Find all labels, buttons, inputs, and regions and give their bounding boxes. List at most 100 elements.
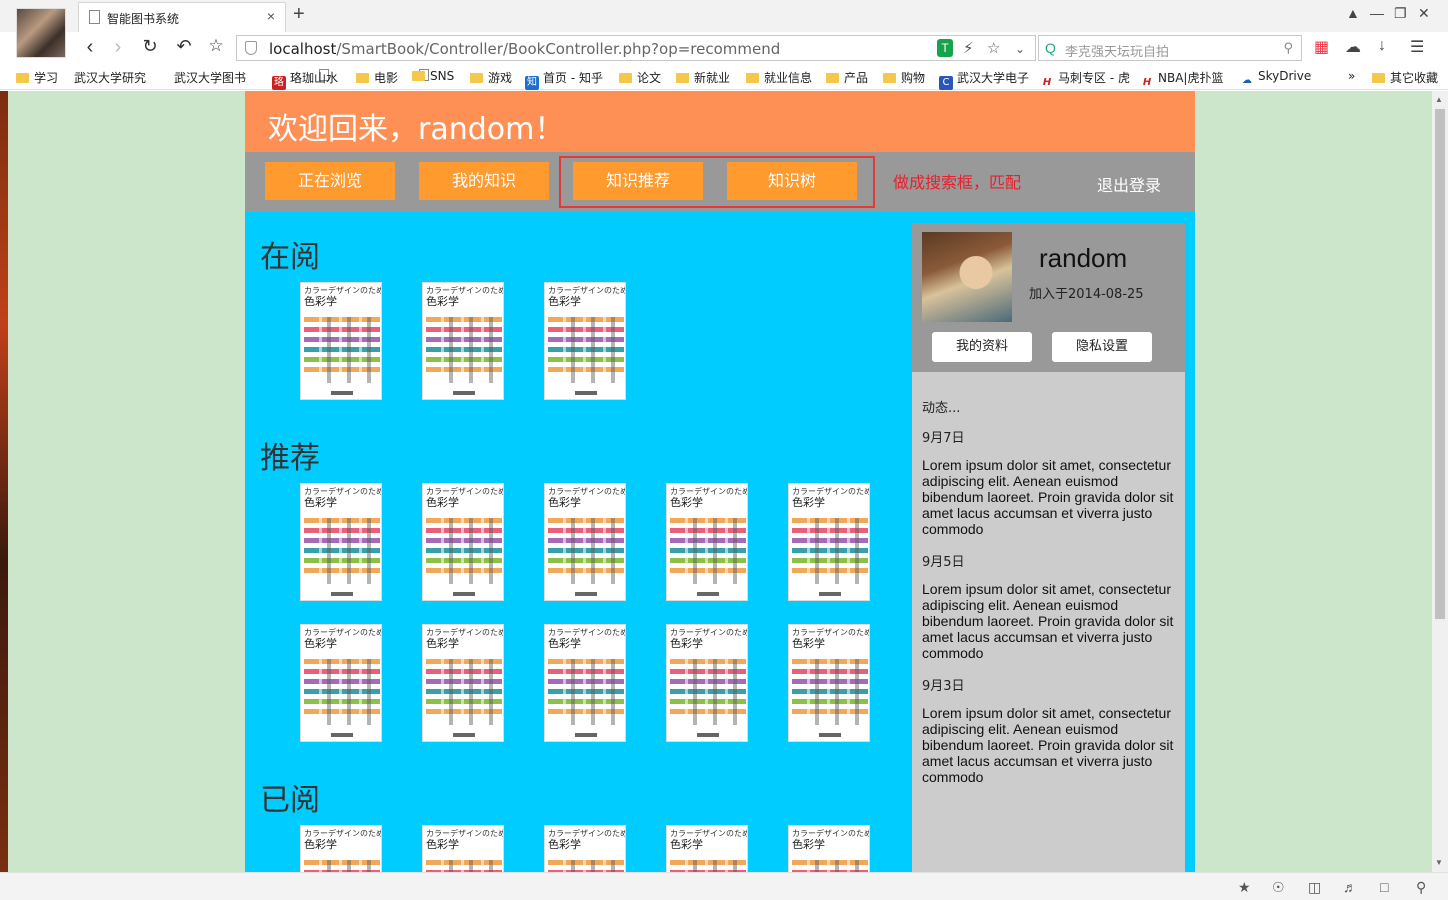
tab-title: 智能图书系统 — [107, 12, 180, 26]
feed-date: 9月7日 — [922, 431, 965, 446]
vertical-scrollbar[interactable]: ▲ ▼ — [1432, 91, 1448, 872]
search-icon[interactable]: ⚲ — [1283, 40, 1293, 56]
address-bar[interactable]: localhost/SmartBook/Controller/BookContr… — [236, 35, 1036, 61]
book-title: 色彩学 — [670, 838, 703, 851]
folder-icon — [412, 71, 425, 81]
back-icon[interactable]: ‹ — [78, 36, 102, 59]
trash-icon[interactable]: ◫ — [1308, 879, 1321, 896]
bookmark-item[interactable]: H NBA|虎扑篮 — [1140, 69, 1224, 90]
my-knowledge-button[interactable]: 我的知识 — [419, 162, 549, 200]
bookmark-item[interactable]: 论文 — [619, 69, 661, 86]
new-tab-button[interactable]: + — [293, 3, 305, 26]
scroll-thumb[interactable] — [1435, 109, 1445, 619]
extension-icon[interactable]: T — [937, 39, 953, 57]
apps-icon[interactable]: ▦ — [1314, 37, 1329, 57]
book-cover[interactable]: カラーデザインのための色彩学 — [300, 282, 382, 400]
logout-link[interactable]: 退出登录 — [1097, 172, 1161, 196]
bookmarks-more[interactable]: » — [1348, 69, 1355, 83]
bookmark-item[interactable]: ☁ SkyDrive — [1240, 69, 1311, 88]
download-icon[interactable]: ↓ — [1378, 37, 1386, 55]
book-cover[interactable]: カラーデザインのための色彩学 — [422, 282, 504, 400]
sound-icon[interactable]: ♬ — [1343, 879, 1357, 895]
scroll-down-icon[interactable]: ▼ — [1435, 858, 1443, 867]
bookmark-item[interactable]: 产品 — [826, 69, 868, 86]
status-bar: ★ ☉ ◫ ♬ □ ⚲ — [0, 872, 1448, 900]
book-cover[interactable]: カラーデザインのための色彩学 — [544, 282, 626, 400]
recommend-button[interactable]: 知识推荐 — [573, 162, 703, 200]
minimize-icon[interactable]: — — [1370, 5, 1384, 21]
book-cover[interactable]: カラーデザインのための色彩学 — [300, 825, 382, 872]
search-box[interactable]: Q 李克强天坛玩自拍 ⚲ — [1038, 35, 1302, 61]
bookmark-item[interactable]: 武汉大学图书 — [174, 69, 429, 86]
folder-icon — [470, 73, 483, 83]
book-cover[interactable]: カラーデザインのための色彩学 — [788, 483, 870, 601]
bookmarks-bar: 学习 武汉大学研究 武汉大学图书 珞珞珈山水 电影 SNS 游戏 知首页 - 知… — [0, 64, 1448, 90]
undo-icon[interactable]: ↶ — [172, 36, 196, 57]
publisher-mark — [453, 733, 475, 737]
bookmark-item[interactable]: H 马刺专区 - 虎 — [1040, 69, 1130, 90]
book-cover[interactable]: カラーデザインのための色彩学 — [300, 624, 382, 742]
folder-icon — [16, 73, 29, 83]
book-cover[interactable]: カラーデザインのための色彩学 — [666, 624, 748, 742]
book-cover[interactable]: カラーデザインのための色彩学 — [422, 483, 504, 601]
book-cover[interactable]: カラーデザインのための色彩学 — [666, 825, 748, 872]
url-text[interactable]: localhost/SmartBook/Controller/BookContr… — [269, 40, 780, 58]
book-cover[interactable]: カラーデザインのための色彩学 — [544, 483, 626, 601]
zoom-icon[interactable]: ⚲ — [1416, 879, 1426, 896]
profile-username: random — [1039, 243, 1128, 273]
user-avatar[interactable] — [16, 8, 66, 58]
shirt-icon[interactable]: ▲ — [1346, 5, 1360, 21]
bookmark-item[interactable]: 就业信息 — [746, 69, 812, 86]
tab-bar: 智能图书系统 × + ▲ — ❐ ✕ — [0, 0, 1448, 58]
dropdown-icon[interactable]: ⌄ — [1015, 42, 1025, 56]
book-title: 色彩学 — [792, 496, 825, 509]
bookmark-item[interactable]: 珞珞珈山水 — [272, 69, 338, 90]
folder-icon — [676, 73, 689, 83]
bookmark-item[interactable]: 购物 — [883, 69, 925, 86]
book-cover[interactable]: カラーデザインのための色彩学 — [544, 825, 626, 872]
bookmark-item[interactable]: 电影 — [356, 69, 398, 86]
scroll-up-icon[interactable]: ▲ — [1435, 95, 1443, 104]
profile-avatar[interactable] — [922, 232, 1012, 322]
book-cover[interactable]: カラーデザインのための色彩学 — [422, 825, 504, 872]
browser-tab[interactable]: 智能图书系统 × — [78, 2, 286, 32]
privacy-settings-button[interactable]: 隐私设置 — [1052, 332, 1152, 362]
bookmark-star-icon[interactable]: ☆ — [987, 39, 1000, 57]
bookmark-item[interactable]: 游戏 — [470, 69, 512, 86]
book-cover[interactable]: カラーデザインのための色彩学 — [544, 624, 626, 742]
bookmark-item[interactable]: SNS — [412, 69, 454, 83]
book-cover[interactable]: カラーデザインのための色彩学 — [300, 483, 382, 601]
knowledge-tree-button[interactable]: 知识树 — [727, 162, 857, 200]
flash-icon[interactable]: ⚡ — [963, 39, 974, 57]
reload-icon[interactable]: ↻ — [138, 36, 162, 57]
bookmark-item[interactable]: C 武汉大学电子 — [939, 69, 1029, 90]
folder-icon — [826, 73, 839, 83]
browsing-button[interactable]: 正在浏览 — [265, 162, 395, 200]
window-icon[interactable]: □ — [1380, 879, 1388, 895]
bookmark-item[interactable]: 新就业 — [676, 69, 730, 86]
bookmark-item[interactable]: 知首页 - 知乎 — [525, 69, 603, 90]
other-bookmarks[interactable]: 其它收藏 — [1372, 69, 1438, 86]
skydrive-icon: ☁ — [1242, 75, 1252, 86]
bookmark-item[interactable]: 学习 — [16, 69, 58, 86]
book-cover[interactable]: カラーデザインのための色彩学 — [422, 624, 504, 742]
my-profile-button[interactable]: 我的资料 — [932, 332, 1032, 362]
feed-date: 9月3日 — [922, 679, 965, 694]
forward-icon[interactable]: › — [106, 36, 130, 59]
cloud-icon[interactable]: ☁ — [1345, 37, 1361, 57]
restore-icon[interactable]: ❐ — [1394, 5, 1407, 22]
book-cover[interactable]: カラーデザインのための色彩学 — [788, 825, 870, 872]
book-cover[interactable]: カラーデザインのための色彩学 — [788, 624, 870, 742]
pin-icon[interactable]: ★ — [1238, 879, 1251, 896]
window-close-icon[interactable]: ✕ — [1418, 5, 1430, 22]
close-icon[interactable]: × — [267, 8, 275, 24]
feed-title: 动态... — [922, 401, 961, 416]
book-cover[interactable]: カラーデザインのための色彩学 — [666, 483, 748, 601]
bookmark-item[interactable]: 武汉大学研究 — [74, 69, 329, 86]
search-input[interactable]: 李克强天坛玩自拍 — [1065, 41, 1169, 60]
speed-icon[interactable]: ☉ — [1272, 879, 1285, 896]
star-icon[interactable]: ☆ — [204, 36, 228, 56]
menu-icon[interactable]: ☰ — [1410, 37, 1424, 57]
search-engine-icon[interactable]: Q — [1045, 40, 1056, 56]
book-title: 色彩学 — [670, 637, 703, 650]
